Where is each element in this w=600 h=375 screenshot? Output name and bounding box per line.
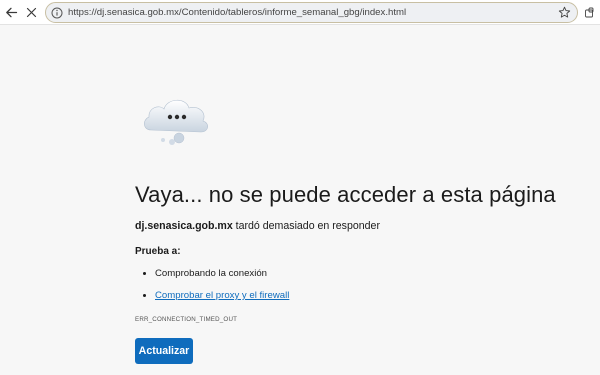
list-item: Comprobando la conexión: [141, 267, 289, 289]
cloud-icon: [139, 92, 215, 155]
error-page: Vaya... no se puede acceder a esta págin…: [0, 26, 600, 375]
extension-icon[interactable]: [580, 3, 599, 22]
reload-button[interactable]: Actualizar: [135, 338, 193, 364]
address-bar[interactable]: https://dj.senasica.gob.mx/Contenido/tab…: [45, 2, 578, 23]
info-icon[interactable]: [51, 6, 63, 24]
star-icon[interactable]: [558, 6, 571, 24]
host-name: dj.senasica.gob.mx: [135, 220, 233, 232]
error-code: ERR_CONNECTION_TIMED_OUT: [135, 316, 238, 323]
error-message: dj.senasica.gob.mx tardó demasiado en re…: [135, 220, 380, 232]
error-description: tardó demasiado en responder: [232, 220, 380, 232]
list-item: Comprobar el proxy y el firewall: [141, 289, 289, 311]
proxy-firewall-link[interactable]: Comprobar el proxy y el firewall: [155, 290, 289, 301]
suggestions-list: Comprobando la conexión Comprobar el pro…: [141, 267, 289, 311]
suggestion-check-connection: Comprobando la conexión: [155, 268, 268, 279]
back-arrow-icon[interactable]: [2, 3, 21, 22]
browser-toolbar: https://dj.senasica.gob.mx/Contenido/tab…: [0, 0, 600, 25]
suggestions-heading: Prueba a:: [135, 246, 181, 257]
url-text[interactable]: https://dj.senasica.gob.mx/Contenido/tab…: [68, 7, 406, 18]
stop-icon[interactable]: [22, 3, 41, 22]
page-title: Vaya... no se puede acceder a esta págin…: [135, 182, 556, 207]
